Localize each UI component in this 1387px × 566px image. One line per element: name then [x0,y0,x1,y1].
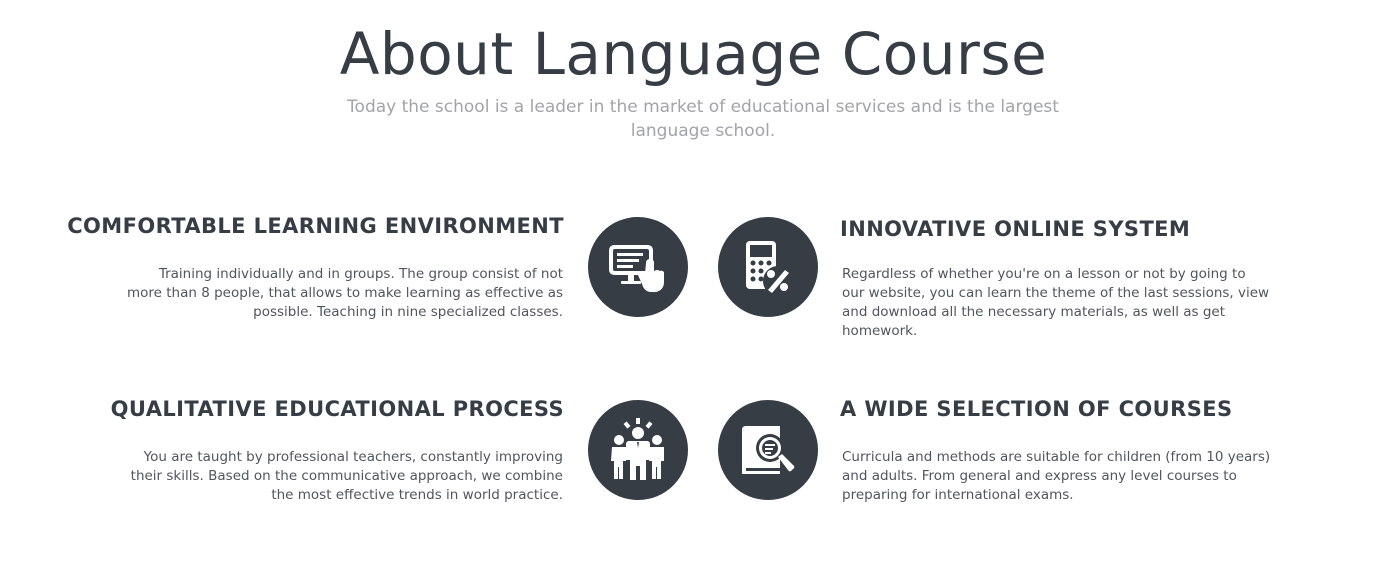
team-leader-icon [611,418,664,480]
feature-title-qualitative-educational: QUALITATIVE EDUCATIONAL PROCESS [110,397,564,421]
feature-title-comfortable-learning: COMFORTABLE LEARNING ENVIRONMENT [67,214,564,238]
feature-icon-wide-selection [718,400,818,500]
page-subtitle: Today the school is a leader in the mark… [347,97,1059,141]
feature-icon-innovative-online [718,217,818,317]
feature-icon-qualitative-educational [588,400,688,500]
feature-title-wide-selection: A WIDE SELECTION OF COURSES [840,397,1233,421]
feature-text-innovative-online: Regardless of whether you're on a lesson… [842,266,1270,339]
page-title: About Language Course [339,20,1048,88]
feature-icon-comfortable-learning [588,217,688,317]
feature-text-wide-selection: Curricula and methods are suitable for c… [842,449,1271,503]
feature-text-comfortable-learning: Training individually and in groups. The… [127,266,563,320]
calculator-percent-icon [746,241,793,296]
monitor-touch-icon [609,245,664,292]
book-search-icon [742,426,795,474]
feature-text-qualitative-educational: You are taught by professional teachers,… [130,449,563,503]
feature-title-innovative-online: INNOVATIVE ONLINE SYSTEM [840,217,1191,241]
